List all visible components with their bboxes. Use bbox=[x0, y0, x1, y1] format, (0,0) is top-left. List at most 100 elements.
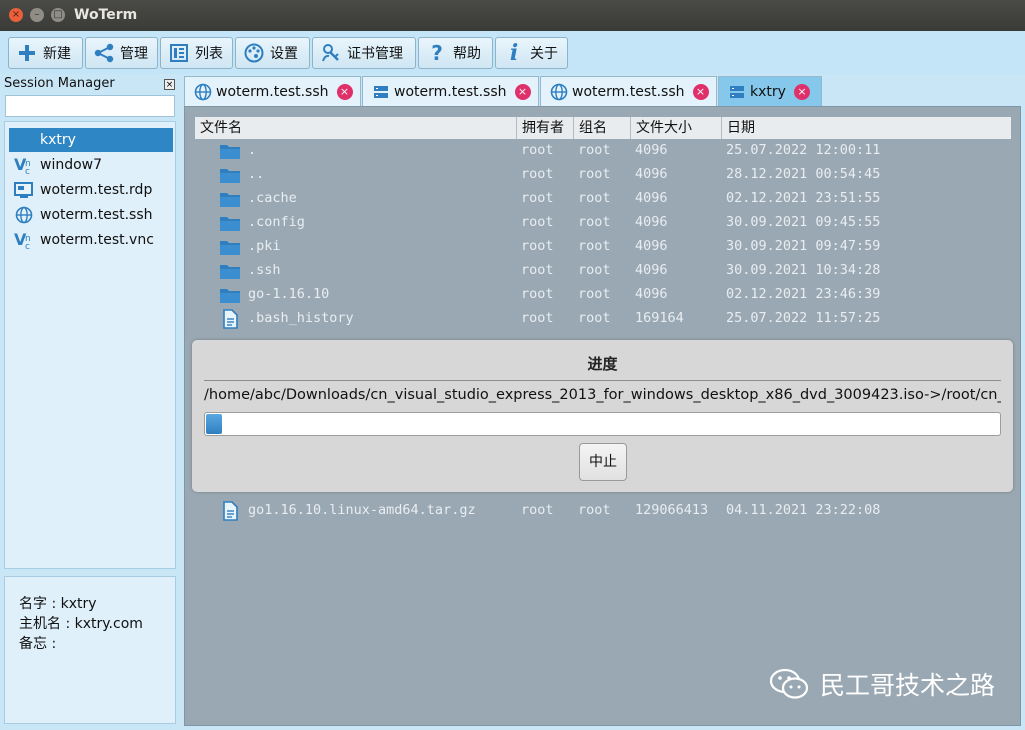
file-owner: root bbox=[521, 190, 554, 206]
file-owner: root bbox=[521, 238, 554, 254]
folder-icon bbox=[220, 241, 240, 255]
file-size: 4096 bbox=[635, 238, 668, 254]
file-name: . bbox=[248, 142, 257, 158]
session-item-label: kxtry bbox=[40, 132, 76, 148]
file-group: root bbox=[578, 190, 611, 206]
file-date: 02.12.2021 23:51:55 bbox=[726, 190, 881, 206]
window-minimize-button[interactable]: – bbox=[30, 8, 44, 22]
share-icon bbox=[94, 43, 114, 63]
file-owner: root bbox=[521, 166, 554, 182]
session-item-label: window7 bbox=[40, 157, 103, 173]
tab-close-button[interactable]: × bbox=[793, 83, 810, 100]
about-button[interactable]: i 关于 bbox=[495, 37, 568, 69]
file-date: 02.12.2021 23:46:39 bbox=[726, 286, 881, 302]
folder-icon bbox=[220, 289, 240, 303]
file-size: 4096 bbox=[635, 214, 668, 230]
help-icon: ? bbox=[431, 41, 443, 65]
transfer-path: /home/abc/Downloads/cn_visual_studio_exp… bbox=[204, 387, 1001, 403]
abort-button[interactable]: 中止 bbox=[579, 443, 627, 481]
globe-icon bbox=[194, 83, 212, 101]
table-row[interactable]: go1.16.10.linux-amd64.tar.gz root root 1… bbox=[195, 499, 1011, 523]
table-row[interactable]: .. root root 4096 28.12.2021 00:54:45 bbox=[195, 163, 1011, 187]
globe-icon bbox=[13, 205, 35, 225]
cert-manage-button[interactable]: 证书管理 bbox=[312, 37, 416, 69]
file-icon bbox=[223, 309, 238, 329]
tab-close-button[interactable]: × bbox=[514, 83, 531, 100]
settings-button[interactable]: 设置 bbox=[235, 37, 310, 69]
server-icon bbox=[13, 130, 35, 150]
file-owner: root bbox=[521, 286, 554, 302]
file-owner: root bbox=[521, 502, 554, 518]
tab-label: woterm.test.ssh bbox=[394, 83, 507, 100]
table-row[interactable]: . root root 4096 25.07.2022 12:00:11 bbox=[195, 139, 1011, 163]
column-header-date[interactable]: 日期 bbox=[722, 117, 1011, 139]
session-item-woterm-test-rdp[interactable]: woterm.test.rdp bbox=[9, 178, 173, 202]
window-close-button[interactable]: × bbox=[9, 8, 23, 22]
session-search-input[interactable] bbox=[5, 95, 175, 117]
column-header-owner[interactable]: 拥有者 bbox=[517, 117, 574, 139]
folder-icon bbox=[220, 217, 240, 231]
file-group: root bbox=[578, 502, 611, 518]
plus-icon bbox=[17, 43, 37, 63]
session-info-note: 备忘 : bbox=[19, 636, 57, 652]
session-manager-title: Session Manager bbox=[4, 76, 115, 91]
tab-label: kxtry bbox=[750, 83, 786, 100]
tab-woterm-test-ssh-2[interactable]: woterm.test.ssh × bbox=[362, 76, 539, 106]
table-row[interactable]: go-1.16.10 root root 4096 02.12.2021 23:46:3… bbox=[195, 283, 1011, 307]
file-name: .pki bbox=[248, 238, 281, 254]
tab-woterm-test-ssh-1[interactable]: woterm.test.ssh × bbox=[184, 76, 361, 106]
file-date: 28.12.2021 00:54:45 bbox=[726, 166, 881, 182]
session-item-label: woterm.test.ssh bbox=[40, 207, 153, 223]
session-list: kxtry Vnc window7 woterm.test.rdp woterm… bbox=[4, 121, 176, 569]
column-header-group[interactable]: 组名 bbox=[574, 117, 631, 139]
table-row[interactable]: .ssh root root 4096 30.09.2021 10:34:28 bbox=[195, 259, 1011, 283]
file-size: 4096 bbox=[635, 190, 668, 206]
file-name: go1.16.10.linux-amd64.tar.gz bbox=[248, 502, 476, 518]
session-item-kxtry[interactable]: kxtry bbox=[9, 128, 173, 152]
file-date: 30.09.2021 09:47:59 bbox=[726, 238, 881, 254]
file-date: 25.07.2022 12:00:11 bbox=[726, 142, 881, 158]
tab-woterm-test-ssh-3[interactable]: woterm.test.ssh × bbox=[540, 76, 717, 106]
table-row[interactable]: .config root root 4096 30.09.2021 09:45:55 bbox=[195, 211, 1011, 235]
session-manager-close-button[interactable]: × bbox=[164, 79, 175, 90]
progress-dialog-title: 进度 bbox=[587, 355, 618, 373]
file-table-header: 文件名 拥有者 组名 文件大小 日期 bbox=[195, 117, 1011, 139]
file-owner: root bbox=[521, 262, 554, 278]
tab-kxtry[interactable]: kxtry × bbox=[718, 76, 822, 106]
progress-bar bbox=[204, 412, 1001, 436]
session-item-woterm-test-vnc[interactable]: Vnc woterm.test.vnc bbox=[9, 228, 173, 252]
progress-dialog: 进度 /home/abc/Downloads/cn_visual_studio_… bbox=[192, 340, 1013, 492]
file-size: 4096 bbox=[635, 286, 668, 302]
list-icon bbox=[169, 43, 189, 63]
list-button[interactable]: 列表 bbox=[160, 37, 233, 69]
table-row[interactable]: .pki root root 4096 30.09.2021 09:47:59 bbox=[195, 235, 1011, 259]
vnc-icon: Vnc bbox=[13, 155, 35, 175]
session-item-window7[interactable]: Vnc window7 bbox=[9, 153, 173, 177]
manage-button[interactable]: 管理 bbox=[85, 37, 158, 69]
cert-manage-label: 证书管理 bbox=[347, 46, 403, 62]
tab-close-button[interactable]: × bbox=[692, 83, 709, 100]
file-size: 4096 bbox=[635, 166, 668, 182]
column-header-size[interactable]: 文件大小 bbox=[631, 117, 722, 139]
session-item-woterm-test-ssh[interactable]: woterm.test.ssh bbox=[9, 203, 173, 227]
file-owner: root bbox=[521, 214, 554, 230]
manage-label: 管理 bbox=[120, 46, 148, 62]
session-info-panel: 名字 : kxtry 主机名 : kxtry.com 备忘 : bbox=[4, 576, 176, 724]
window-maximize-button[interactable]: □ bbox=[51, 8, 65, 22]
table-row[interactable]: .cache root root 4096 02.12.2021 23:51:55 bbox=[195, 187, 1011, 211]
list-label: 列表 bbox=[195, 46, 223, 62]
tab-close-button[interactable]: × bbox=[336, 83, 353, 100]
file-owner: root bbox=[521, 310, 554, 326]
help-button[interactable]: ? 帮助 bbox=[418, 37, 493, 69]
palette-icon bbox=[244, 43, 264, 63]
file-size: 129066413 bbox=[635, 502, 709, 518]
table-row[interactable]: .bash_history root root 169164 25.07.2022 11… bbox=[195, 307, 1011, 331]
watermark-text: 民工哥技术之路 bbox=[820, 671, 996, 700]
file-group: root bbox=[578, 238, 611, 254]
tab-label: woterm.test.ssh bbox=[216, 83, 329, 100]
column-header-name[interactable]: 文件名 bbox=[195, 117, 517, 139]
window-title: WoTerm bbox=[74, 7, 138, 23]
file-name: go-1.16.10 bbox=[248, 286, 330, 302]
vnc-icon: Vnc bbox=[13, 230, 35, 250]
new-button[interactable]: 新建 bbox=[8, 37, 83, 69]
